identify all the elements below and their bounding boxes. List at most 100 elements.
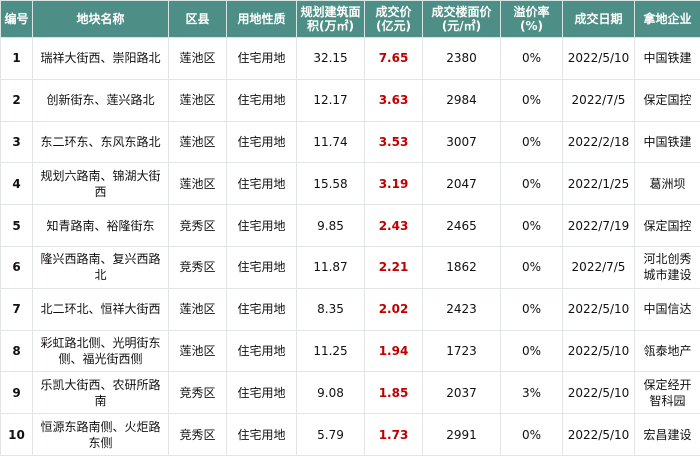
cell-deal-date: 2022/5/10 [563,372,635,414]
table-body: 1瑞祥大街西、崇阳路北莲池区住宅用地32.157.6523800%2022/5/… [1,38,700,456]
table-row: 2创新街东、莲兴路北莲池区住宅用地12.173.6329840%2022/7/5… [1,79,700,121]
cell-parcel-name: 规划六路南、锦湖大街西 [33,163,169,205]
table-row: 1瑞祥大街西、崇阳路北莲池区住宅用地32.157.6523800%2022/5/… [1,38,700,80]
cell-floor-price: 2047 [423,163,501,205]
cell-planned-area: 15.58 [297,163,365,205]
cell-number: 3 [1,121,33,163]
cell-planned-area: 9.08 [297,372,365,414]
cell-parcel-name: 创新街东、莲兴路北 [33,79,169,121]
cell-land-use: 住宅用地 [227,246,297,288]
cell-deal-price: 3.53 [365,121,423,163]
cell-deal-date: 2022/1/25 [563,163,635,205]
cell-parcel-name: 知青路南、裕隆街东 [33,205,169,247]
cell-deal-price: 2.43 [365,205,423,247]
cell-premium-rate: 0% [501,38,563,80]
cell-premium-rate: 3% [501,372,563,414]
cell-district: 莲池区 [169,288,227,330]
cell-buyer: 河北创秀城市建设 [635,246,700,288]
cell-deal-date: 2022/7/5 [563,246,635,288]
cell-buyer: 中国铁建 [635,121,700,163]
cell-parcel-name: 恒源东路南侧、火炬路东侧 [33,414,169,456]
cell-planned-area: 9.85 [297,205,365,247]
cell-planned-area: 32.15 [297,38,365,80]
cell-floor-price: 2037 [423,372,501,414]
cell-deal-price: 1.73 [365,414,423,456]
cell-deal-price: 1.94 [365,330,423,372]
cell-deal-price: 7.65 [365,38,423,80]
cell-land-use: 住宅用地 [227,372,297,414]
table-row: 3东二环东、东风东路北莲池区住宅用地11.743.5330070%2022/2/… [1,121,700,163]
header-cell-planned-area: 规划建筑面积(万㎡) [297,1,365,38]
land-transaction-table: 编号 地块名称 区县 用地性质 规划建筑面积(万㎡) 成交价(亿元) 成交楼面价… [0,0,700,456]
cell-deal-price: 2.02 [365,288,423,330]
cell-parcel-name: 北二环北、恒祥大街西 [33,288,169,330]
header-cell-deal-price: 成交价(亿元) [365,1,423,38]
table-row: 10恒源东路南侧、火炬路东侧竞秀区住宅用地5.791.7329910%2022/… [1,414,700,456]
cell-number: 2 [1,79,33,121]
header-cell-floor-price: 成交楼面价(元/㎡) [423,1,501,38]
cell-number: 8 [1,330,33,372]
cell-land-use: 住宅用地 [227,414,297,456]
cell-district: 莲池区 [169,38,227,80]
cell-number: 10 [1,414,33,456]
cell-planned-area: 11.87 [297,246,365,288]
table-row: 7北二环北、恒祥大街西莲池区住宅用地8.352.0224230%2022/5/1… [1,288,700,330]
cell-number: 1 [1,38,33,80]
cell-deal-date: 2022/5/10 [563,330,635,372]
header-cell-parcel-name: 地块名称 [33,1,169,38]
cell-floor-price: 3007 [423,121,501,163]
table-header: 编号 地块名称 区县 用地性质 规划建筑面积(万㎡) 成交价(亿元) 成交楼面价… [1,1,700,38]
cell-land-use: 住宅用地 [227,288,297,330]
cell-premium-rate: 0% [501,246,563,288]
cell-buyer: 瓴泰地产 [635,330,700,372]
cell-buyer: 宏昌建设 [635,414,700,456]
cell-deal-price: 2.21 [365,246,423,288]
cell-land-use: 住宅用地 [227,121,297,163]
cell-land-use: 住宅用地 [227,79,297,121]
cell-number: 4 [1,163,33,205]
cell-deal-date: 2022/5/10 [563,288,635,330]
cell-district: 竞秀区 [169,414,227,456]
header-row: 编号 地块名称 区县 用地性质 规划建筑面积(万㎡) 成交价(亿元) 成交楼面价… [1,1,700,38]
table-row: 4规划六路南、锦湖大街西莲池区住宅用地15.583.1920470%2022/1… [1,163,700,205]
cell-district: 竞秀区 [169,246,227,288]
cell-floor-price: 2423 [423,288,501,330]
cell-land-use: 住宅用地 [227,38,297,80]
cell-district: 莲池区 [169,121,227,163]
cell-planned-area: 5.79 [297,414,365,456]
cell-deal-date: 2022/7/5 [563,79,635,121]
table-row: 5知青路南、裕隆街东竞秀区住宅用地9.852.4324650%2022/7/19… [1,205,700,247]
cell-deal-date: 2022/2/18 [563,121,635,163]
cell-floor-price: 2991 [423,414,501,456]
cell-parcel-name: 彩虹路北侧、光明街东侧、福光街西侧 [33,330,169,372]
cell-district: 莲池区 [169,163,227,205]
cell-buyer: 中国信达 [635,288,700,330]
cell-floor-price: 2984 [423,79,501,121]
cell-premium-rate: 0% [501,330,563,372]
cell-deal-price: 1.85 [365,372,423,414]
header-cell-district: 区县 [169,1,227,38]
cell-land-use: 住宅用地 [227,205,297,247]
cell-floor-price: 1723 [423,330,501,372]
cell-buyer: 葛洲坝 [635,163,700,205]
cell-planned-area: 11.25 [297,330,365,372]
cell-parcel-name: 瑞祥大街西、崇阳路北 [33,38,169,80]
cell-land-use: 住宅用地 [227,163,297,205]
cell-premium-rate: 0% [501,288,563,330]
cell-floor-price: 2380 [423,38,501,80]
cell-premium-rate: 0% [501,79,563,121]
table-row: 9乐凯大街西、农研所路南竞秀区住宅用地9.081.8520373%2022/5/… [1,372,700,414]
cell-planned-area: 8.35 [297,288,365,330]
cell-premium-rate: 0% [501,163,563,205]
header-cell-deal-date: 成交日期 [563,1,635,38]
cell-buyer: 保定经开智科园 [635,372,700,414]
cell-district: 莲池区 [169,79,227,121]
cell-district: 竞秀区 [169,205,227,247]
cell-premium-rate: 0% [501,205,563,247]
cell-premium-rate: 0% [501,121,563,163]
cell-number: 7 [1,288,33,330]
table-row: 6隆兴西路南、复兴西路北竞秀区住宅用地11.872.2118620%2022/7… [1,246,700,288]
cell-planned-area: 11.74 [297,121,365,163]
cell-buyer: 中国铁建 [635,38,700,80]
cell-deal-price: 3.19 [365,163,423,205]
